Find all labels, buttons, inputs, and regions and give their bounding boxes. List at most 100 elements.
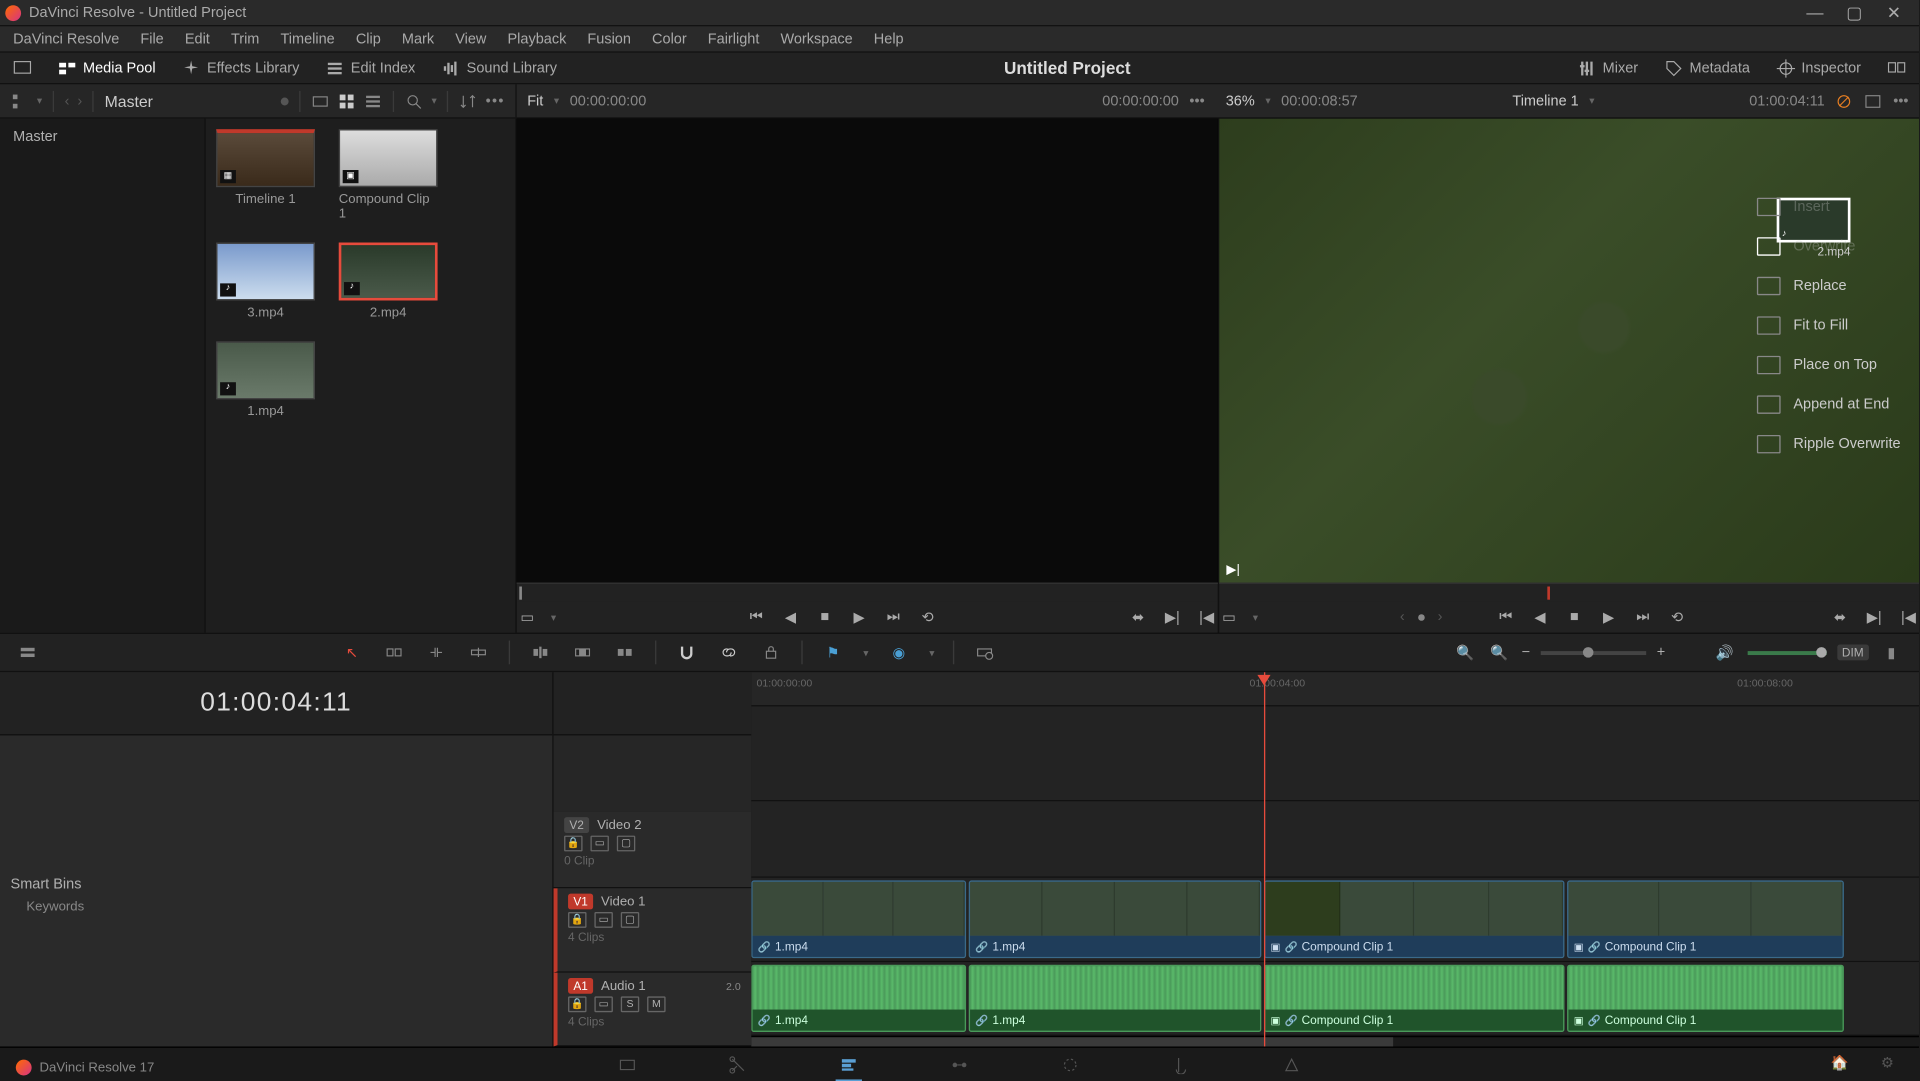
clip-1mp4[interactable]: ♪1.mp4 bbox=[216, 341, 315, 419]
track-v2[interactable] bbox=[751, 801, 1919, 877]
timeline-timecode[interactable]: 01:00:04:11 bbox=[0, 672, 552, 735]
smart-bins-header[interactable]: Smart Bins bbox=[11, 865, 196, 893]
mixer-toggle[interactable]: Mixer bbox=[1564, 53, 1651, 83]
clip-a1-3[interactable]: ▣🔗Compound Clip 1 bbox=[1264, 965, 1565, 1032]
src-loop-button[interactable]: ⟲ bbox=[917, 606, 938, 627]
program-scrubber[interactable] bbox=[1218, 583, 1919, 601]
sort-icon[interactable] bbox=[459, 92, 477, 110]
track-display-icon[interactable]: ▢ bbox=[621, 912, 639, 928]
trim-tool[interactable] bbox=[382, 641, 406, 665]
track-a1[interactable]: 🔗1.mp4 🔗1.mp4 ▣🔗Compound Clip 1 ▣🔗Compou… bbox=[751, 962, 1919, 1036]
timeline-name[interactable]: Timeline 1 bbox=[1512, 93, 1578, 109]
volume-icon[interactable]: 🔊 bbox=[1713, 641, 1737, 665]
zoom-slider[interactable] bbox=[1541, 650, 1646, 654]
menu-trim[interactable]: Trim bbox=[220, 31, 270, 47]
menu-timeline[interactable]: Timeline bbox=[270, 31, 345, 47]
overlay-replace[interactable]: Replace bbox=[1751, 272, 1906, 301]
overlay-ripple-overwrite[interactable]: Ripple Overwrite bbox=[1751, 430, 1906, 459]
src-play-button[interactable]: ▶ bbox=[848, 606, 869, 627]
prg-play-button[interactable]: ▶ bbox=[1598, 606, 1619, 627]
fullscreen-toggle[interactable] bbox=[0, 53, 45, 83]
source-tc-left[interactable]: 00:00:00:00 bbox=[570, 93, 647, 109]
blade-tool[interactable] bbox=[467, 641, 491, 665]
grid-view-icon[interactable] bbox=[338, 92, 356, 110]
track-v1[interactable]: 🔗1.mp4 🔗1.mp4 ▣🔗Compound Clip 1 ▣🔗Compou… bbox=[751, 878, 1919, 962]
prg-prev-edit-button[interactable]: |◀ bbox=[1898, 606, 1919, 627]
tab-media[interactable] bbox=[612, 1051, 644, 1077]
src-next-button[interactable]: ⏭ bbox=[883, 606, 904, 627]
nav-back-button[interactable]: ‹ bbox=[65, 93, 70, 109]
overlay-place-on-top[interactable]: Place on Top bbox=[1751, 351, 1906, 380]
tab-edit[interactable] bbox=[833, 1051, 865, 1077]
dual-screen-toggle[interactable] bbox=[1874, 53, 1919, 83]
search-options-icon[interactable]: ▾ bbox=[432, 95, 437, 107]
timeline-view-options[interactable] bbox=[16, 641, 40, 665]
edit-index-toggle[interactable]: Edit Index bbox=[313, 53, 429, 83]
playhead[interactable] bbox=[1264, 672, 1265, 1046]
source-options-icon[interactable]: ••• bbox=[1189, 93, 1204, 109]
tab-color[interactable] bbox=[1054, 1051, 1086, 1077]
overlay-fit-to-fill[interactable]: Fit to Fill bbox=[1751, 311, 1906, 340]
menu-fairlight[interactable]: Fairlight bbox=[697, 31, 770, 47]
clip-v1-2[interactable]: 🔗1.mp4 bbox=[969, 880, 1262, 958]
clip-3mp4[interactable]: ♪3.mp4 bbox=[216, 243, 315, 321]
menu-edit[interactable]: Edit bbox=[174, 31, 220, 47]
timeline-tracks-area[interactable]: 01:00:00:00 01:00:04:00 01:00:08:00 🔗1.m… bbox=[751, 672, 1919, 1046]
selection-tool[interactable]: ↖ bbox=[340, 641, 364, 665]
menu-mark[interactable]: Mark bbox=[391, 31, 444, 47]
src-prev-edit-button[interactable]: |◀ bbox=[1196, 606, 1217, 627]
inspector-toggle[interactable]: Inspector bbox=[1763, 53, 1874, 83]
src-fit-dropdown[interactable]: Fit bbox=[527, 93, 543, 109]
menu-playback[interactable]: Playback bbox=[497, 31, 577, 47]
src-match-button[interactable]: ⬌ bbox=[1128, 606, 1149, 627]
prg-inout-icon[interactable]: ▭ bbox=[1218, 606, 1239, 627]
chevron-down-icon[interactable]: ▾ bbox=[1589, 95, 1594, 107]
metadata-toggle[interactable]: Metadata bbox=[1651, 53, 1763, 83]
close-button[interactable]: ✕ bbox=[1874, 2, 1914, 23]
clip-compound1[interactable]: ▣Compound Clip 1 bbox=[339, 129, 438, 221]
overlay-insert[interactable]: Insert bbox=[1751, 192, 1906, 221]
menu-color[interactable]: Color bbox=[641, 31, 697, 47]
menu-davinci[interactable]: DaVinci Resolve bbox=[3, 31, 130, 47]
mute-button[interactable]: M bbox=[647, 996, 665, 1012]
clip-v1-4[interactable]: ▣🔗Compound Clip 1 bbox=[1567, 880, 1844, 958]
minimize-button[interactable]: — bbox=[1795, 3, 1835, 23]
clip-timeline1[interactable]: ▦Timeline 1 bbox=[216, 129, 315, 221]
dynamic-trim-tool[interactable] bbox=[424, 641, 448, 665]
list-view-icon[interactable] bbox=[364, 92, 382, 110]
single-viewer-icon[interactable] bbox=[1864, 92, 1882, 110]
range-select-icon[interactable] bbox=[973, 641, 997, 665]
program-tc-left[interactable]: 00:00:08:57 bbox=[1281, 93, 1358, 109]
src-next-edit-button[interactable]: ▶| bbox=[1162, 606, 1183, 627]
replace-clip-button[interactable] bbox=[613, 641, 637, 665]
program-zoom[interactable]: 36% bbox=[1226, 93, 1255, 109]
smart-bin-keywords[interactable]: Keywords bbox=[11, 892, 196, 922]
effects-library-toggle[interactable]: Effects Library bbox=[169, 53, 313, 83]
menu-workspace[interactable]: Workspace bbox=[770, 31, 863, 47]
nav-fwd-button[interactable]: › bbox=[77, 93, 82, 109]
chevron-down-icon[interactable]: ▾ bbox=[554, 95, 559, 107]
tab-deliver[interactable] bbox=[1276, 1051, 1308, 1077]
track-header-a1[interactable]: A1Audio 12.0 🔒▭SM 4 Clips bbox=[554, 973, 752, 1047]
source-scrubber[interactable] bbox=[517, 583, 1218, 601]
src-first-button[interactable]: ⏮ bbox=[746, 606, 767, 627]
chevron-down-icon[interactable]: ▾ bbox=[37, 95, 42, 107]
prg-loop-button[interactable]: ⟲ bbox=[1667, 606, 1688, 627]
clip-a1-2[interactable]: 🔗1.mp4 bbox=[969, 965, 1262, 1032]
track-header-v1[interactable]: V1Video 1 🔒▭▢ 4 Clips bbox=[554, 888, 752, 972]
home-button[interactable]: 🏠 bbox=[1824, 1049, 1856, 1075]
track-enable-icon[interactable]: ▭ bbox=[594, 996, 612, 1012]
overlay-append-at-end[interactable]: Append at End bbox=[1751, 390, 1906, 419]
flag-button[interactable]: ⚑ bbox=[821, 641, 845, 665]
prg-stop-button[interactable]: ■ bbox=[1564, 606, 1585, 627]
menu-help[interactable]: Help bbox=[863, 31, 914, 47]
program-canvas[interactable]: ▶| ♪ 2.mp4 Insert Overwrite Replace Fit … bbox=[1218, 119, 1919, 583]
search-icon[interactable] bbox=[405, 92, 423, 110]
more-options-icon[interactable]: ••• bbox=[486, 93, 505, 109]
src-inout-icon[interactable]: ▭ bbox=[517, 606, 538, 627]
overwrite-clip-button[interactable] bbox=[571, 641, 595, 665]
prg-match-button[interactable]: ⬌ bbox=[1829, 606, 1850, 627]
prg-next-edit-button[interactable]: ▶| bbox=[1864, 606, 1885, 627]
snapping-toggle[interactable] bbox=[675, 641, 699, 665]
link-toggle[interactable] bbox=[717, 641, 741, 665]
